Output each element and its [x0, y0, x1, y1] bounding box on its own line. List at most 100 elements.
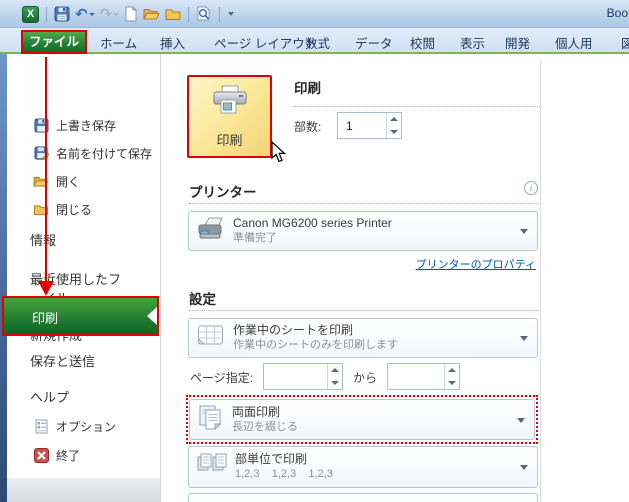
preview-pane-separator — [540, 60, 541, 502]
collated-pages-icon — [197, 453, 227, 482]
tab-insert[interactable]: 挿入 — [160, 33, 185, 52]
divider — [189, 203, 539, 204]
copies-spinner[interactable] — [386, 113, 401, 138]
excel-logo-icon[interactable]: X — [22, 5, 39, 23]
orientation-dropdown-partial[interactable] — [188, 493, 538, 502]
section-heading-settings: 設定 — [189, 292, 216, 307]
duplex-title: 両面印刷 — [232, 404, 281, 419]
toolbar-separator — [46, 6, 47, 22]
tab-review[interactable]: 校閲 — [410, 33, 435, 52]
pages-label: ページ指定: — [190, 371, 254, 385]
spin-up-icon[interactable] — [387, 113, 401, 126]
annotation-arrow-head — [38, 281, 54, 296]
sidebar-item-label: 閉じる — [56, 203, 93, 217]
printer-select-dropdown[interactable]: Canon MG6200 series Printer 準備完了 — [188, 211, 538, 251]
sidebar-item-label: 開く — [56, 175, 81, 189]
sidebar-item-print-selected[interactable]: 印刷 — [2, 296, 159, 336]
spin-down-icon[interactable] — [328, 377, 342, 390]
save-icon[interactable] — [54, 6, 70, 22]
spin-up-icon[interactable] — [328, 364, 342, 377]
sidebar-item-close[interactable]: 閉じる — [33, 201, 92, 218]
tab-personal[interactable]: 個人用 — [555, 33, 593, 52]
mouse-cursor — [271, 140, 289, 170]
sidebar-item-exit[interactable]: 終了 — [33, 447, 80, 464]
pages-to-spinbox[interactable] — [387, 363, 460, 390]
spin-down-icon[interactable] — [387, 126, 401, 139]
printer-properties: プリンターのプロパティ — [188, 256, 536, 272]
pages-from-spinbox[interactable] — [263, 363, 343, 390]
printer-device-icon — [197, 217, 225, 246]
folder-icon[interactable] — [165, 7, 181, 21]
tab-file[interactable]: ファイル — [21, 30, 87, 54]
options-icon — [33, 419, 49, 435]
undo-icon[interactable]: ↶ — [75, 7, 95, 22]
chevron-down-icon — [520, 465, 528, 470]
collate-dropdown[interactable]: 部単位で印刷 1,2,3 1,2,3 1,2,3 — [188, 446, 538, 488]
copies-input[interactable] — [338, 113, 386, 138]
tab-partial[interactable]: 図 — [621, 33, 629, 52]
sidebar-item-label: 印刷 — [32, 311, 59, 326]
spin-up-icon[interactable] — [445, 364, 459, 377]
tab-developer[interactable]: 開発 — [505, 33, 530, 52]
window-title: Boo — [606, 6, 628, 20]
print-preview-icon[interactable] — [196, 6, 212, 22]
redo-icon[interactable]: ↷ — [100, 7, 120, 22]
customize-quick-access-icon[interactable] — [227, 12, 235, 16]
open-folder-icon[interactable] — [143, 7, 160, 21]
printer-properties-link[interactable]: プリンターのプロパティ — [416, 259, 536, 271]
copies-label: 部数: — [294, 120, 322, 134]
print-what-desc: 作業中のシートのみを印刷します — [233, 339, 398, 351]
pages-to-input[interactable] — [388, 364, 444, 389]
print-button[interactable]: 印刷 — [187, 75, 272, 158]
duplex-desc: 長辺を綴じる — [232, 420, 298, 433]
sidebar-item-info[interactable]: 情報 — [30, 230, 56, 249]
sidebar-item-help[interactable]: ヘルプ — [30, 387, 69, 406]
printer-name: Canon MG6200 series Printer — [233, 216, 392, 230]
tab-home[interactable]: ホーム — [100, 33, 137, 52]
exit-icon — [33, 448, 49, 464]
sidebar-item-label: 終了 — [56, 449, 81, 463]
worksheet-icon — [197, 324, 225, 353]
quick-access-toolbar: X ↶ ↷ — [22, 3, 235, 25]
collate-title: 部単位で印刷 — [235, 452, 308, 466]
tab-page-layout[interactable]: ページ レイアウト — [214, 33, 317, 52]
chevron-down-icon — [520, 229, 528, 234]
pages-from-input[interactable] — [264, 364, 327, 389]
pages-to-spinner[interactable] — [444, 364, 459, 389]
print-button-label: 印刷 — [216, 132, 243, 148]
sidebar-item-open[interactable]: 開く — [33, 173, 80, 190]
sidebar-item-label: 名前を付けて保存 — [56, 147, 153, 161]
sidebar-item-label: 上書き保存 — [56, 119, 117, 133]
printer-status: 準備完了 — [233, 232, 277, 244]
print-pane: 印刷 印刷 部数: プリンター i — [163, 54, 629, 502]
tab-data[interactable]: データ — [355, 33, 393, 52]
excel-backstage-window: X ↶ ↷ Boo ファイル ホーム 挿入 ページ レイアウト 数式 データ 校… — [0, 0, 629, 502]
divider — [293, 106, 540, 107]
printer-icon — [211, 85, 249, 124]
new-document-icon[interactable] — [124, 6, 138, 22]
toolbar-separator — [219, 6, 221, 22]
two-sided-page-icon — [198, 404, 224, 435]
info-icon[interactable]: i — [524, 181, 538, 195]
sidebar-item-save-as[interactable]: 名前を付けて保存 — [33, 145, 152, 162]
tab-formulas[interactable]: 数式 — [305, 33, 330, 52]
pages-from-spinner[interactable] — [327, 364, 342, 389]
pages-to-label: から — [353, 371, 378, 385]
section-heading-printer: プリンター — [189, 185, 257, 200]
sidebar-item-save-send[interactable]: 保存と送信 — [30, 351, 95, 370]
title-bar: X ↶ ↷ Boo — [0, 0, 629, 28]
divider — [189, 310, 539, 311]
chevron-down-icon — [517, 417, 525, 423]
section-heading-print: 印刷 — [294, 81, 321, 96]
copies-spinbox[interactable] — [337, 112, 402, 139]
sidebar-item-options[interactable]: オプション — [33, 418, 116, 435]
spin-down-icon[interactable] — [445, 377, 459, 390]
collate-desc: 1,2,3 1,2,3 1,2,3 — [235, 468, 333, 480]
print-what-dropdown[interactable]: 作業中のシートを印刷 作業中のシートのみを印刷します — [188, 318, 538, 358]
tab-view[interactable]: 表示 — [460, 33, 485, 52]
backstage-sidebar: 上書き保存 名前を付けて保存 開く 閉じる 情報 最近使用したフ 保存と送信 ヘ… — [7, 54, 161, 502]
duplex-dropdown[interactable]: 両面印刷 長辺を綴じる — [189, 399, 535, 440]
sidebar-footer — [7, 478, 160, 502]
selected-notch — [147, 307, 157, 325]
sidebar-item-label: オプション — [56, 420, 117, 434]
